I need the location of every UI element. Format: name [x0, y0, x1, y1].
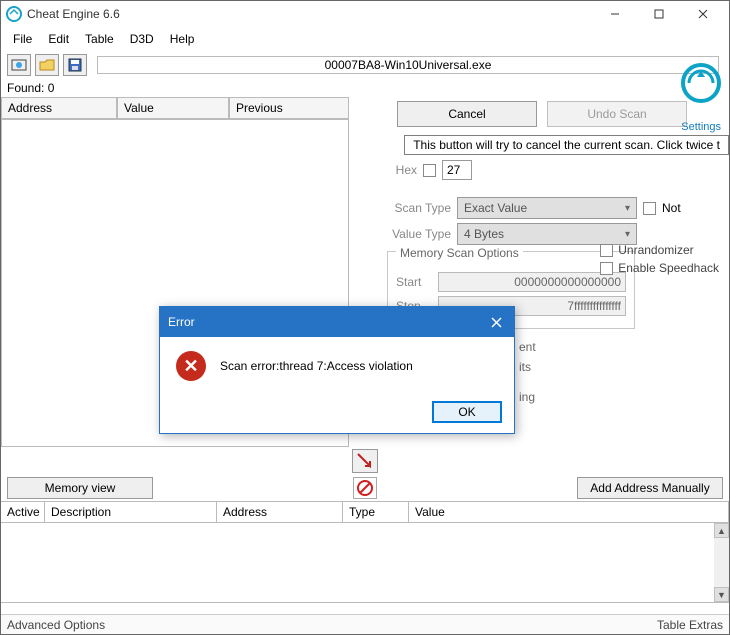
found-count: Found: 0	[1, 79, 729, 97]
statusbar: Advanced Options Table Extras	[1, 614, 729, 634]
error-dialog-close-button[interactable]	[486, 312, 506, 332]
chevron-down-icon: ▾	[625, 203, 630, 214]
process-name: 00007BA8-Win10Universal.exe	[97, 56, 719, 74]
value-type-combo[interactable]: 4 Bytes ▾	[457, 223, 637, 245]
header-type[interactable]: Type	[343, 502, 409, 522]
menubar: File Edit Table D3D Help	[1, 27, 729, 51]
error-icon: ✕	[176, 351, 206, 381]
cancel-tooltip: This button will try to cancel the curre…	[404, 135, 729, 155]
open-file-button[interactable]	[35, 54, 59, 76]
unrandomizer-checkbox[interactable]	[600, 244, 613, 257]
results-header-address[interactable]: Address	[1, 97, 117, 119]
start-address-input[interactable]	[438, 272, 626, 292]
error-dialog: Error ✕ Scan error:thread 7:Access viola…	[159, 306, 515, 434]
hex-checkbox[interactable]	[423, 164, 436, 177]
menu-edit[interactable]: Edit	[40, 29, 77, 49]
value-type-label: Value Type	[387, 227, 451, 241]
header-value[interactable]: Value	[409, 502, 729, 522]
cheat-engine-logo[interactable]	[679, 61, 723, 121]
open-process-button[interactable]	[7, 54, 31, 76]
error-ok-button[interactable]: OK	[432, 401, 502, 423]
window-title: Cheat Engine 6.6	[27, 7, 593, 21]
chevron-down-icon: ▾	[625, 229, 630, 240]
clipped-text: ent its ing	[519, 337, 536, 407]
menu-file[interactable]: File	[5, 29, 40, 49]
maximize-button[interactable]	[637, 1, 681, 27]
header-description[interactable]: Description	[45, 502, 217, 522]
add-address-manually-button[interactable]: Add Address Manually	[577, 477, 723, 499]
not-label: Not	[662, 201, 681, 215]
address-table-headers: Active Description Address Type Value	[1, 501, 729, 523]
header-address[interactable]: Address	[217, 502, 343, 522]
minimize-button[interactable]	[593, 1, 637, 27]
scan-type-value: Exact Value	[464, 201, 527, 215]
toolbar: 00007BA8-Win10Universal.exe	[1, 51, 729, 79]
app-icon	[5, 5, 23, 23]
results-header-previous[interactable]: Previous	[229, 97, 349, 119]
table-scrollbar[interactable]: ▲ ▼	[714, 523, 729, 602]
not-checkbox[interactable]	[643, 202, 656, 215]
unrandomizer-label: Unrandomizer	[618, 243, 693, 257]
start-label: Start	[396, 275, 432, 289]
scan-type-combo[interactable]: Exact Value ▾	[457, 197, 637, 219]
nosign-icon[interactable]	[353, 477, 377, 499]
speedhack-checkbox[interactable]	[600, 262, 613, 275]
value-type-value: 4 Bytes	[464, 227, 504, 241]
menu-d3d[interactable]: D3D	[122, 29, 162, 49]
value-input[interactable]	[442, 160, 472, 180]
add-to-list-button[interactable]	[352, 449, 378, 473]
save-button[interactable]	[63, 54, 87, 76]
header-active[interactable]: Active	[1, 502, 45, 522]
close-button[interactable]	[681, 1, 725, 27]
cancel-scan-button[interactable]: Cancel	[397, 101, 537, 127]
settings-link[interactable]: Settings	[681, 121, 721, 133]
address-table-body[interactable]: ▲ ▼	[1, 523, 729, 603]
menu-table[interactable]: Table	[77, 29, 122, 49]
window-titlebar: Cheat Engine 6.6	[1, 1, 729, 27]
scroll-up-button[interactable]: ▲	[714, 523, 729, 538]
advanced-options-link[interactable]: Advanced Options	[7, 618, 105, 632]
speedhack-label: Enable Speedhack	[618, 261, 719, 275]
scan-type-label: Scan Type	[387, 201, 451, 215]
table-extras-link[interactable]: Table Extras	[657, 618, 723, 632]
menu-help[interactable]: Help	[162, 29, 203, 49]
scroll-down-button[interactable]: ▼	[714, 587, 729, 602]
undo-scan-button: Undo Scan	[547, 101, 687, 127]
hex-label: Hex	[387, 163, 417, 177]
memory-scan-options-title: Memory Scan Options	[396, 246, 523, 260]
memory-view-button[interactable]: Memory view	[7, 477, 153, 499]
error-dialog-title: Error	[168, 315, 195, 329]
error-message: Scan error:thread 7:Access violation	[220, 359, 413, 373]
results-header-value[interactable]: Value	[117, 97, 229, 119]
